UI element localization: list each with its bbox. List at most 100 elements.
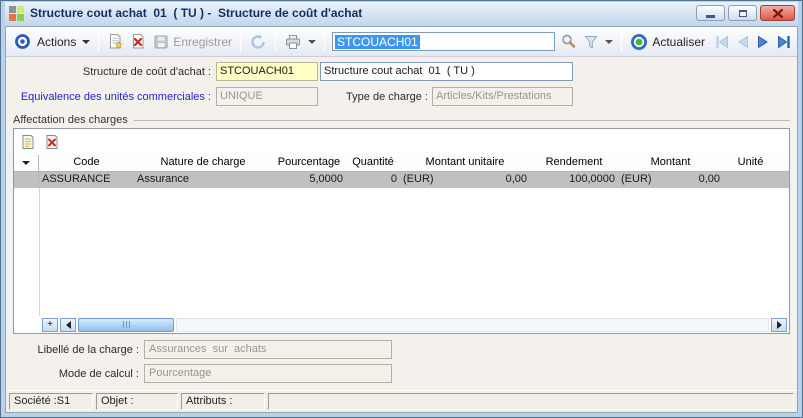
cell-code[interactable]: ASSURANCE xyxy=(39,172,134,188)
filter-dropdown-icon[interactable] xyxy=(605,39,614,44)
add-row-button[interactable]: + xyxy=(42,317,58,332)
search-input[interactable]: STCOUACH01 xyxy=(332,32,556,51)
column-header-pourcentage[interactable]: Pourcentage xyxy=(272,155,346,171)
cell-quantite[interactable]: 0 xyxy=(346,172,400,188)
scroll-left-button[interactable] xyxy=(60,317,76,332)
header-form: Structure de coût d'achat : STCOUACH01 S… xyxy=(6,57,797,111)
actualiser-label: Actualiser xyxy=(652,34,705,49)
toolbar-separator xyxy=(98,31,100,52)
column-header-montant-unitaire[interactable]: Montant unitaire xyxy=(400,155,530,171)
structure-code-field[interactable]: STCOUACH01 xyxy=(216,62,318,81)
new-document-icon xyxy=(110,34,123,49)
equivalence-link-label[interactable]: Equivalence des unités commerciales : xyxy=(14,91,211,103)
table-horizontal-scrollbar: + xyxy=(14,316,789,333)
cell-filler xyxy=(778,172,789,188)
cell-rendement[interactable]: 100,0000 xyxy=(530,172,618,188)
column-header-montant[interactable]: Montant xyxy=(618,155,723,171)
type-charge-field: Articles/Kits/Prestations xyxy=(432,87,573,106)
minimize-icon xyxy=(706,14,715,18)
status-objet: Objet : xyxy=(96,393,178,410)
add-line-icon[interactable] xyxy=(20,134,36,150)
status-empty xyxy=(268,393,794,410)
toolbar-separator xyxy=(240,31,242,52)
status-bar: Société :S1 Objet : Attributs : xyxy=(6,390,797,412)
save-label: Enregistrer xyxy=(173,34,233,49)
cell-montant-unitaire[interactable]: (EUR) 0,00 xyxy=(400,172,530,188)
grid-toolbar xyxy=(14,129,789,155)
charges-group-header: Affectation des charges xyxy=(13,111,790,128)
restore-icon xyxy=(738,9,747,17)
chevron-down-icon xyxy=(82,39,91,44)
table-empty-area[interactable] xyxy=(14,188,789,316)
actions-label: Actions xyxy=(37,34,77,49)
refresh-icon xyxy=(251,34,265,49)
record-icon xyxy=(11,31,34,52)
target-icon xyxy=(15,34,30,49)
main-toolbar: Actions Enregistrer STCOUACH01 Actualise… xyxy=(6,27,797,57)
column-header-rendement[interactable]: Rendement xyxy=(530,155,618,171)
row-selector-header[interactable] xyxy=(14,155,39,171)
column-header-filler xyxy=(778,155,789,171)
scroll-right-button[interactable] xyxy=(771,317,787,332)
minimize-button[interactable] xyxy=(696,5,725,21)
cell-unite[interactable] xyxy=(723,172,778,188)
charges-group-title: Affectation des charges xyxy=(13,113,128,126)
scrollbar-track[interactable] xyxy=(176,317,769,332)
group-divider xyxy=(133,120,790,121)
toolbar-separator xyxy=(275,31,277,52)
window-controls xyxy=(696,5,795,21)
structure-name-field[interactable]: Structure cout achat 01 ( TU ) xyxy=(320,62,573,81)
delete-record-button[interactable] xyxy=(127,31,150,52)
sync-button[interactable] xyxy=(246,31,270,53)
equivalence-field: UNIQUE xyxy=(216,87,318,106)
actualiser-refresh-icon xyxy=(631,33,648,50)
triangle-left-icon xyxy=(65,320,71,329)
column-header-nature[interactable]: Nature de charge xyxy=(134,155,272,171)
restore-button[interactable] xyxy=(728,5,757,21)
row-selector-cell[interactable] xyxy=(14,172,39,188)
app-window: Structure cout achat 01 ( TU ) - Structu… xyxy=(0,0,803,418)
column-header-code[interactable]: Code xyxy=(39,155,134,171)
toolbar-separator xyxy=(621,31,623,52)
structure-code-label: Structure de coût d'achat : xyxy=(82,66,211,78)
actualiser-button[interactable]: Actualiser xyxy=(627,31,708,53)
cell-nature[interactable]: Assurance xyxy=(134,172,272,188)
cell-montant-unitaire-devise: (EUR) xyxy=(403,173,434,185)
filter-button[interactable] xyxy=(580,32,616,52)
nav-last-icon[interactable] xyxy=(776,35,792,49)
column-header-quantite[interactable]: Quantité xyxy=(346,155,400,171)
close-button[interactable] xyxy=(760,5,795,21)
triangle-right-icon xyxy=(776,320,782,329)
mode-calcul-label: Mode de calcul : xyxy=(58,368,139,380)
nav-next-icon[interactable] xyxy=(756,35,770,49)
charges-panel: Code Nature de charge Pourcentage Quanti… xyxy=(13,128,790,334)
libelle-label: Libellé de la charge : xyxy=(37,344,139,356)
status-attributs: Attributs : xyxy=(181,393,265,410)
nav-first-icon[interactable] xyxy=(714,35,730,49)
new-record-button[interactable] xyxy=(104,31,127,52)
cell-montant[interactable]: (EUR) 0,00 xyxy=(618,172,723,188)
cell-montant-devise: (EUR) xyxy=(621,173,652,185)
actions-button[interactable]: Actions xyxy=(34,33,93,51)
client-area: Actions Enregistrer STCOUACH01 Actualise… xyxy=(5,26,798,413)
search-icon xyxy=(562,34,576,48)
printer-icon xyxy=(286,34,301,49)
cell-pourcentage[interactable]: 5,0000 xyxy=(272,172,346,188)
mode-calcul-field: Pourcentage xyxy=(144,364,392,383)
type-charge-label: Type de charge : xyxy=(346,91,428,103)
delete-line-icon[interactable] xyxy=(44,134,60,150)
scrollbar-thumb[interactable] xyxy=(78,317,174,332)
column-header-unite[interactable]: Unité xyxy=(723,155,778,171)
print-dropdown-icon[interactable] xyxy=(308,39,317,44)
toolbar-separator xyxy=(324,31,326,52)
title-bar[interactable]: Structure cout achat 01 ( TU ) - Structu… xyxy=(5,2,798,26)
nav-previous-icon[interactable] xyxy=(736,35,750,49)
record-navigation xyxy=(714,35,792,49)
charges-group: Affectation des charges Code Nature de c… xyxy=(6,111,797,334)
table-row[interactable]: ASSURANCE Assurance 5,0000 0 (EUR) 0,00 … xyxy=(14,172,789,188)
search-button[interactable] xyxy=(557,31,580,52)
save-button[interactable]: Enregistrer xyxy=(150,32,235,52)
charge-details: Libellé de la charge : Assurances sur ac… xyxy=(6,334,797,390)
cell-montant-valeur: 0,00 xyxy=(698,173,720,185)
print-button[interactable] xyxy=(281,32,319,52)
